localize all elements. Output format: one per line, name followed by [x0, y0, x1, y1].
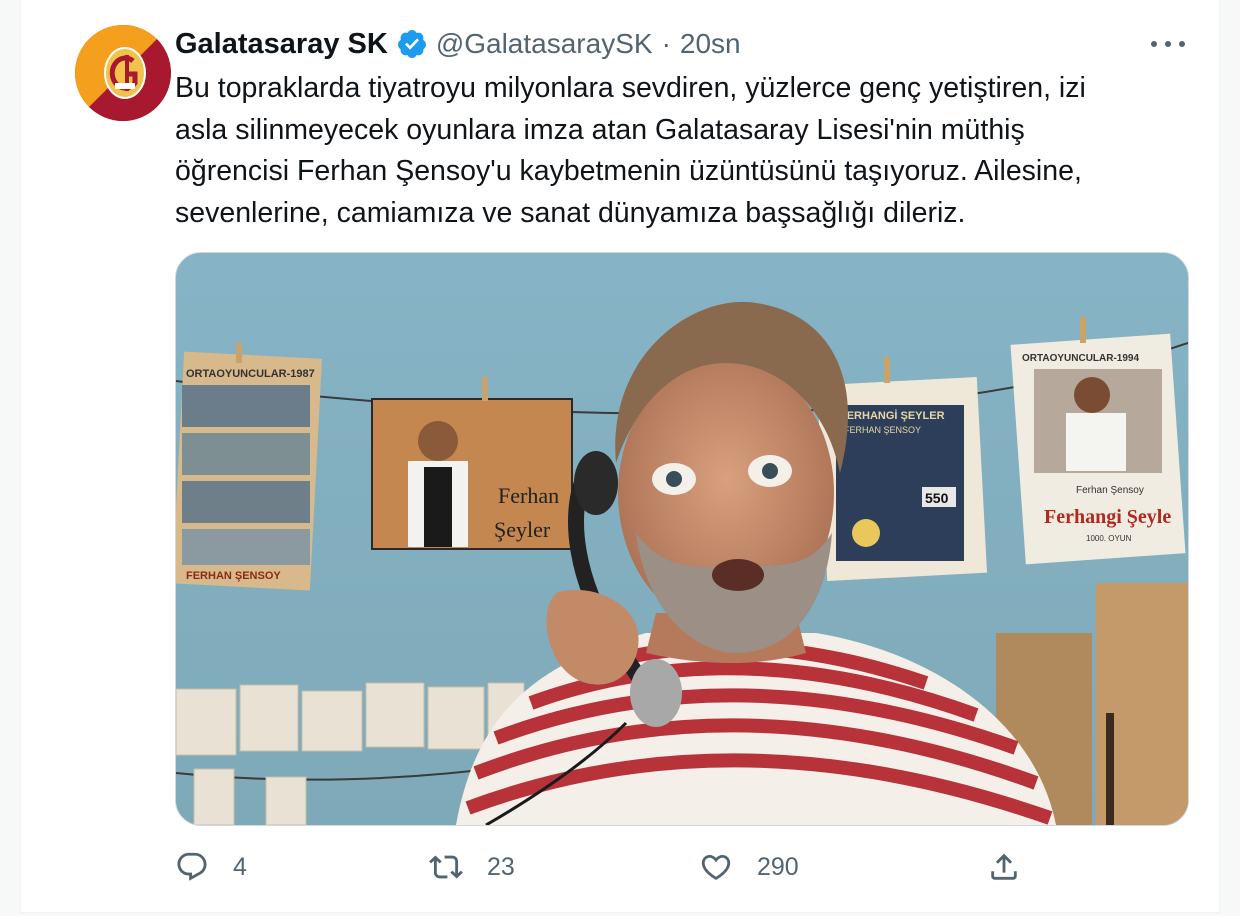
- separator-dot: ·: [661, 28, 671, 59]
- tweet-text-line: sevenlerine, camiamıza ve sanat dünyamız…: [175, 196, 966, 229]
- like-button[interactable]: 290: [699, 842, 799, 892]
- poster-right-2: ORTAOYUNCULAR-1994 Ferhan Şensoy Ferhang…: [1010, 317, 1186, 565]
- poster-right2-name: Ferhan Şensoy: [1076, 485, 1144, 496]
- reply-count: 4: [233, 852, 247, 881]
- poster-right2-title: Ferhangi Şeyle: [1044, 506, 1171, 528]
- galatasaray-logo-icon: [75, 25, 171, 121]
- timestamp[interactable]: 20sn: [680, 28, 741, 60]
- avatar[interactable]: [75, 25, 171, 121]
- tweet-text: Bu topraklarda tiyatroyu milyonlara sevd…: [175, 68, 1165, 234]
- share-icon: [991, 853, 1017, 880]
- poster-right1-title: FERHANGİ ŞEYLER: [840, 409, 945, 422]
- tweet-photo[interactable]: ORTAOYUNCULAR-1987 FERHAN ŞENSOY Ferhan …: [175, 252, 1189, 826]
- author-name[interactable]: Galatasaray SK: [175, 28, 388, 61]
- poster-left-caption: ORTAOYUNCULAR-1987: [186, 368, 315, 380]
- retweet-button[interactable]: 23: [429, 842, 515, 892]
- poster-left-footer: FERHAN ŞENSOY: [186, 570, 281, 582]
- more-icon[interactable]: [1151, 30, 1185, 58]
- tweet-text-line: asla silinmeyecek oyunlara imza atan Gal…: [175, 113, 1025, 146]
- retweet-count: 23: [487, 852, 515, 881]
- action-bar: 4 23 290: [175, 842, 1175, 892]
- share-button[interactable]: [987, 842, 1021, 892]
- like-icon: [701, 854, 731, 880]
- reply-button[interactable]: 4: [175, 842, 247, 892]
- poster-mid-text-2: Şeyler: [494, 517, 551, 542]
- tweet-card[interactable]: Galatasaray SK @GalatasaraySK · 20sn Bu …: [20, 0, 1220, 913]
- poster-right2-footer: 1000. OYUN: [1086, 534, 1132, 543]
- retweet-icon: [429, 855, 463, 879]
- poster-right2-caption: ORTAOYUNCULAR-1994: [1022, 353, 1139, 364]
- tweet-text-line: Bu topraklarda tiyatroyu milyonlara sevd…: [175, 72, 1086, 104]
- poster-right1-badge: 550: [925, 490, 949, 506]
- author-handle[interactable]: @GalatasaraySK: [436, 28, 653, 60]
- poster-mid-text-1: Ferhan: [498, 483, 559, 508]
- poster-middle: Ferhan Şeyler: [371, 377, 573, 550]
- poster-right1-subtitle: FERHAN ŞENSOY: [844, 425, 921, 435]
- poster-left: ORTAOYUNCULAR-1987 FERHAN ŞENSOY: [176, 343, 322, 591]
- tweet-header: Galatasaray SK @GalatasaraySK · 20sn: [175, 26, 741, 62]
- tweet-text-line: öğrencisi Ferhan Şensoy'u kaybetmenin üz…: [175, 155, 1082, 187]
- verified-badge-icon: [396, 28, 428, 60]
- reply-icon: [177, 852, 207, 881]
- like-count: 290: [757, 852, 799, 881]
